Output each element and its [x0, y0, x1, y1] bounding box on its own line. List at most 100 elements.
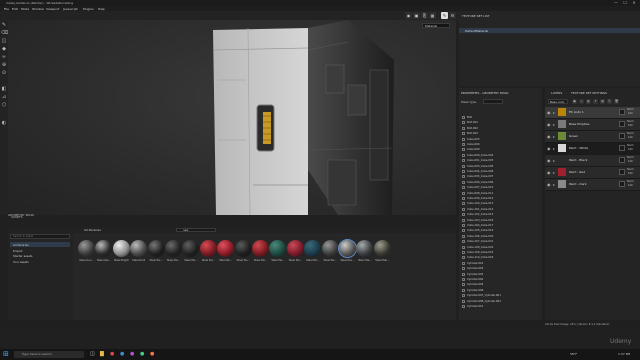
- asset-library-item[interactable]: All libraries: [10, 242, 70, 247]
- layer-opacity[interactable]: 100: [628, 148, 633, 151]
- app-icon-2[interactable]: ●: [120, 351, 127, 358]
- mesh-list-item[interactable]: Cube.097_Cube.010: [461, 185, 541, 190]
- mesh-checkbox[interactable]: [462, 229, 465, 233]
- add-fill-layer-icon[interactable]: ▣: [572, 99, 577, 104]
- mesh-list-item[interactable]: Cube.006: [461, 142, 541, 147]
- render-icon[interactable]: ▣: [413, 12, 420, 19]
- material-thumbnail[interactable]: [373, 240, 391, 257]
- mesh-list-item[interactable]: Bolt: [461, 115, 541, 120]
- tab-texture-set-list[interactable]: TEXTURE SET LIST: [462, 14, 490, 18]
- mesh-checkbox[interactable]: [462, 218, 465, 222]
- smudge-tool-icon[interactable]: ≈: [1, 54, 7, 60]
- paint-tool-icon[interactable]: ✎: [1, 22, 7, 28]
- mesh-list-item[interactable]: Cylinder.003: [461, 272, 541, 277]
- mesh-checkbox[interactable]: [462, 261, 465, 265]
- layer-row[interactable]: ◉ ▸ Paint - Dark Norm 100: [545, 179, 640, 191]
- screenshot-icon[interactable]: ⎘: [421, 12, 428, 19]
- measure-icon[interactable]: ⊿: [1, 94, 7, 100]
- mask-type-dropdown[interactable]: [483, 99, 503, 104]
- mesh-checkbox[interactable]: [462, 164, 465, 168]
- layer-mask-thumbnail[interactable]: [619, 169, 625, 175]
- material-thumbnail[interactable]: [112, 240, 130, 257]
- layer-opacity[interactable]: 100: [628, 112, 633, 115]
- layer-opacity[interactable]: 100: [628, 184, 633, 187]
- layer-row[interactable]: ◉ ▸ Base Empties Norm 100: [545, 119, 640, 131]
- mesh-list-item[interactable]: Cylinder.005: [461, 282, 541, 287]
- mesh-checkbox[interactable]: [462, 299, 465, 303]
- layer-mask-thumbnail[interactable]: [619, 133, 625, 139]
- layer-opacity[interactable]: 100: [628, 124, 633, 127]
- app-icon-1[interactable]: ●: [110, 351, 117, 358]
- clone-tool-icon[interactable]: ⊕: [1, 62, 7, 68]
- layer-opacity[interactable]: 100: [628, 172, 633, 175]
- mesh-checkbox[interactable]: [462, 143, 465, 146]
- mesh-list-item[interactable]: Cube.095_Cube.007: [461, 174, 541, 179]
- mesh-checkbox[interactable]: [462, 305, 465, 308]
- visibility-eye-icon[interactable]: ◉: [547, 182, 551, 187]
- add-effect-icon[interactable]: ✦: [593, 99, 598, 104]
- material-thumbnail[interactable]: [199, 240, 217, 257]
- mesh-checkbox[interactable]: [462, 283, 465, 287]
- mesh-checkbox[interactable]: [462, 186, 465, 190]
- material-thumbnail[interactable]: [95, 240, 113, 257]
- material-thumbnail[interactable]: [338, 239, 357, 258]
- 3d-viewport[interactable]: Material: [8, 20, 456, 215]
- projection-tool-icon[interactable]: ◫: [1, 38, 7, 44]
- mesh-checkbox[interactable]: [462, 256, 465, 260]
- mesh-list-item[interactable]: Cube.107_Cube.021: [461, 239, 541, 244]
- bake-icon[interactable]: ◧: [1, 86, 7, 92]
- mesh-checkbox[interactable]: [462, 251, 465, 254]
- layer-mask-thumbnail[interactable]: [619, 109, 625, 115]
- brush-icon[interactable]: ✎: [441, 12, 448, 19]
- material-thumbnail[interactable]: [286, 240, 304, 257]
- mesh-list-item[interactable]: Cube.098_Cube.011: [461, 191, 541, 196]
- mesh-list-item[interactable]: Cube.106_Cube.020: [461, 234, 541, 239]
- mesh-list-item[interactable]: Cube.102_Cube.015: [461, 212, 541, 217]
- tab-layers[interactable]: LAYERS: [551, 91, 562, 95]
- mesh-list-item[interactable]: Bolt.002: [461, 126, 541, 131]
- material-thumbnail[interactable]: [304, 240, 322, 257]
- app-icon-3[interactable]: ●: [130, 351, 137, 358]
- material-thumbnail[interactable]: [217, 240, 235, 257]
- picker-tool-icon[interactable]: ⊙: [1, 70, 7, 76]
- mesh-list-item[interactable]: Cube.101_Cube.014: [461, 207, 541, 212]
- mesh-checkbox[interactable]: [462, 153, 465, 157]
- viewport-mode-dropdown[interactable]: Material: [422, 23, 450, 28]
- windows-start-icon[interactable]: ⊞: [3, 351, 10, 358]
- mesh-checkbox[interactable]: [462, 121, 465, 125]
- texture-set-row[interactable]: DefaultMaterial: [459, 28, 640, 33]
- mesh-checkbox[interactable]: [462, 234, 465, 238]
- duplicate-icon[interactable]: ⎘: [607, 99, 612, 104]
- mesh-checkbox[interactable]: [462, 213, 465, 217]
- app-icon-4[interactable]: ●: [140, 351, 147, 358]
- mesh-list-item[interactable]: Cube.110_Cube.024: [461, 255, 541, 260]
- mesh-checkbox[interactable]: [462, 294, 465, 298]
- camera-icon[interactable]: ◉: [405, 12, 412, 19]
- layer-row[interactable]: ◉ ▸ Paint - Red Norm 100: [545, 167, 640, 179]
- material-thumbnail[interactable]: [321, 240, 339, 257]
- mesh-list-item[interactable]: Cylinder.001: [461, 261, 541, 266]
- material-thumbnail[interactable]: [234, 240, 252, 257]
- mesh-list-item[interactable]: Cube.108_Cube.022: [461, 245, 541, 250]
- mesh-list-item[interactable]: Cube.090_Cube.002: [461, 153, 541, 158]
- layer-row[interactable]: ◉ ▸ Fill Auto 1 Norm 100: [545, 107, 640, 119]
- tab-properties[interactable]: PROPERTIES - GEOMETRY MASK: [461, 91, 508, 95]
- mesh-list-item[interactable]: Cube.009: [461, 147, 541, 152]
- layer-row[interactable]: ◉ ▸ Green Norm 100: [545, 131, 640, 143]
- material-thumbnail[interactable]: [182, 240, 200, 257]
- mesh-list-item[interactable]: Cube.096_Cube.009: [461, 180, 541, 185]
- mesh-list-item[interactable]: Bolt.003: [461, 131, 541, 136]
- eraser-tool-icon[interactable]: ⌫: [1, 30, 8, 36]
- mesh-list-item[interactable]: Cylinder.008_Cylinder.002: [461, 299, 541, 304]
- mesh-checkbox[interactable]: [462, 197, 465, 200]
- mesh-checkbox[interactable]: [462, 148, 465, 152]
- mesh-list-item[interactable]: Cylinder.002: [461, 266, 541, 271]
- material-thumbnail[interactable]: [269, 240, 287, 257]
- settings-icon[interactable]: ⚙: [449, 12, 456, 19]
- file-explorer-icon[interactable]: ▇: [100, 351, 107, 358]
- mesh-checkbox[interactable]: [462, 180, 465, 184]
- add-mask-icon[interactable]: ◐: [586, 99, 591, 104]
- mesh-list-item[interactable]: Bolt.001: [461, 120, 541, 125]
- layer-mask-thumbnail[interactable]: [619, 157, 625, 163]
- mesh-list-item[interactable]: Cube.104_Cube.017: [461, 223, 541, 228]
